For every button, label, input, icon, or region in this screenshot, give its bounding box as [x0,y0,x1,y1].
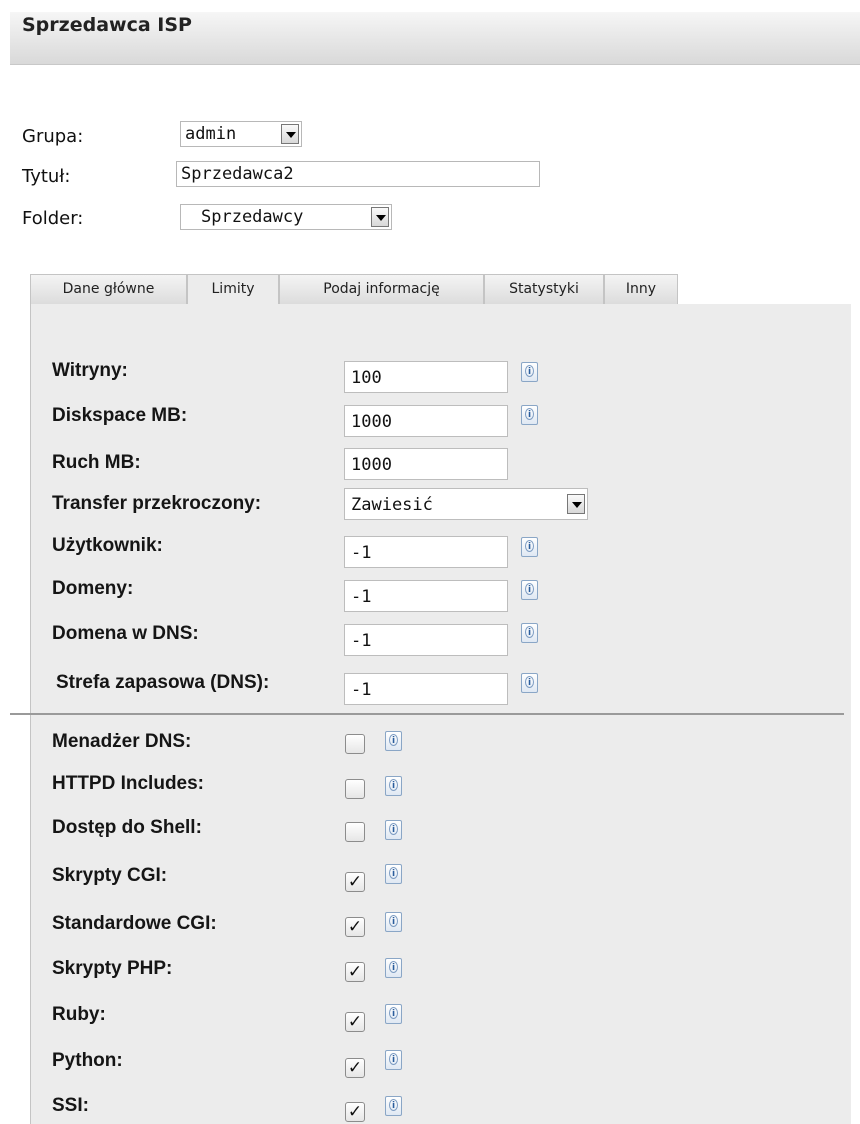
transfer-select[interactable]: Zawiesić [344,488,588,520]
group-select-value: admin [185,124,237,144]
info-icon[interactable] [385,1004,402,1024]
info-icon[interactable] [385,731,402,751]
field-label-witryny: Witryny: [52,360,128,381]
check-label-skrypty-cgi: Skrypty CGI: [52,865,168,886]
python-checkbox[interactable]: ✓ [345,1058,365,1078]
tab-statystyki[interactable]: Statystyki [484,274,604,304]
page-title: Sprzedawca ISP [22,14,192,36]
check-label-python: Python: [52,1050,123,1071]
ruch-input[interactable]: 1000 [344,448,508,480]
group-label: Grupa: [22,126,84,147]
transfer-select-value: Zawiesić [351,495,433,515]
ssi-checkbox[interactable]: ✓ [345,1102,365,1122]
info-icon[interactable] [521,362,538,382]
check-label-dostep-shell: Dostęp do Shell: [52,817,202,838]
standardowe-cgi-checkbox[interactable]: ✓ [345,917,365,937]
field-label-ruch: Ruch MB: [52,452,141,473]
check-label-menadzer-dns: Menadżer DNS: [52,731,192,752]
chevron-down-icon[interactable] [281,124,299,144]
ruby-checkbox[interactable]: ✓ [345,1012,365,1032]
info-icon[interactable] [521,580,538,600]
field-label-domeny: Domeny: [52,578,134,599]
field-label-diskspace: Diskspace MB: [52,405,188,426]
folder-select[interactable]: Sprzedawcy [180,204,392,230]
info-icon[interactable] [521,537,538,557]
skrypty-php-checkbox[interactable]: ✓ [345,962,365,982]
field-label-domena-dns: Domena w DNS: [52,623,199,644]
info-icon[interactable] [385,912,402,932]
chevron-down-icon[interactable] [371,207,389,227]
field-label-transfer: Transfer przekroczony: [52,493,262,514]
tab-dane-glowne[interactable]: Dane główne [30,274,187,304]
menadzer-dns-checkbox[interactable] [345,734,365,754]
info-icon[interactable] [385,776,402,796]
uzytkownik-input[interactable]: -1 [344,536,508,568]
check-label-standardowe-cgi: Standardowe CGI: [52,913,217,934]
section-divider [10,713,844,715]
title-input[interactable]: Sprzedawca2 [176,161,540,187]
domeny-input[interactable]: -1 [344,580,508,612]
tab-podaj-informacje[interactable]: Podaj informację [279,274,484,304]
strefa-zapasowa-input[interactable]: -1 [344,673,508,705]
httpd-includes-checkbox[interactable] [345,779,365,799]
info-icon[interactable] [521,673,538,693]
info-icon[interactable] [521,405,538,425]
tab-limity[interactable]: Limity [187,274,279,305]
domena-dns-input[interactable]: -1 [344,624,508,656]
info-icon[interactable] [521,623,538,643]
skrypty-cgi-checkbox[interactable]: ✓ [345,872,365,892]
info-icon[interactable] [385,864,402,884]
diskspace-input[interactable]: 1000 [344,405,508,437]
group-select[interactable]: admin [180,121,302,147]
check-label-ssi: SSI: [52,1095,89,1116]
folder-label: Folder: [22,208,84,229]
info-icon[interactable] [385,820,402,840]
field-label-uzytkownik: Użytkownik: [52,535,163,556]
field-label-strefa-zapasowa: Strefa zapasowa (DNS): [56,672,270,693]
dostep-shell-checkbox[interactable] [345,822,365,842]
check-label-ruby: Ruby: [52,1004,106,1025]
chevron-down-icon[interactable] [567,494,585,514]
witryny-input[interactable]: 100 [344,361,508,393]
info-icon[interactable] [385,1050,402,1070]
folder-select-value: Sprzedawcy [201,207,304,227]
info-icon[interactable] [385,958,402,978]
check-label-skrypty-php: Skrypty PHP: [52,958,173,979]
title-label: Tytuł: [22,166,71,187]
info-icon[interactable] [385,1096,402,1116]
tab-inny[interactable]: Inny [604,274,678,304]
check-label-httpd-includes: HTTPD Includes: [52,773,205,794]
